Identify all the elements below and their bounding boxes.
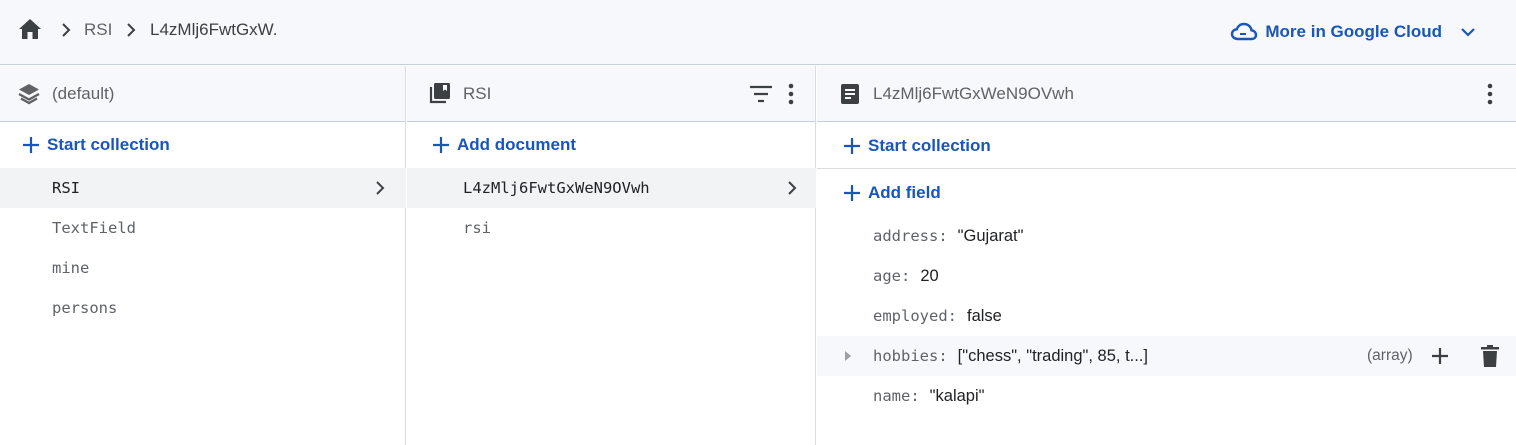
- start-collection-button[interactable]: Start collection: [22, 135, 170, 155]
- filter-icon[interactable]: [749, 85, 773, 103]
- plus-icon: [844, 138, 860, 154]
- collection-label: persons: [52, 299, 118, 317]
- field-key: hobbies:: [873, 347, 948, 365]
- field-list: address: "Gujarat" age: 20 employed: fal…: [817, 216, 1516, 416]
- document-panel-header: L4zMlj6FwtGxWeN9OVwh: [817, 66, 1516, 122]
- collection-icon: [429, 83, 450, 104]
- chevron-right-icon: [127, 23, 136, 37]
- cloud-icon: [1231, 22, 1258, 41]
- collection-panel: RSI Add document L4zMlj6FwtGxWeN9OVwh rs…: [407, 66, 816, 445]
- chevron-down-icon: [1461, 28, 1475, 37]
- field-row-hobbies[interactable]: hobbies: ["chess", "trading", 85, t...] …: [817, 336, 1516, 376]
- collection-label: TextField: [52, 219, 136, 237]
- field-key: employed:: [873, 307, 957, 325]
- collection-panel-title: RSI: [463, 84, 492, 103]
- field-value: "kalapi": [929, 386, 985, 405]
- plus-icon: [844, 185, 860, 201]
- field-value: ["chess", "trading", 85, t...]: [957, 346, 1149, 365]
- add-array-item-icon[interactable]: [1431, 347, 1449, 365]
- root-panel-header: (default): [0, 66, 405, 122]
- delete-icon[interactable]: [1481, 345, 1499, 367]
- root-panel: (default) Start collection RSI TextField…: [0, 66, 406, 445]
- document-item-selected[interactable]: L4zMlj6FwtGxWeN9OVwh: [407, 168, 816, 208]
- start-collection-row: Start collection: [817, 123, 1516, 169]
- field-row[interactable]: name: "kalapi": [817, 376, 1516, 416]
- collection-list: RSI TextField mine persons: [0, 168, 406, 328]
- chevron-right-icon: [62, 23, 71, 37]
- database-icon: [18, 84, 40, 105]
- document-item-rsi[interactable]: rsi: [407, 208, 816, 248]
- collection-item-textfield[interactable]: TextField: [0, 208, 406, 248]
- document-list: L4zMlj6FwtGxWeN9OVwh rsi: [407, 168, 816, 248]
- top-bar: RSI L4zMlj6FwtGxW. More in Google Cloud: [0, 0, 1516, 65]
- start-collection-label: Start collection: [47, 135, 170, 154]
- collection-item-persons[interactable]: persons: [0, 288, 406, 328]
- collection-item-rsi[interactable]: RSI: [0, 168, 406, 208]
- collection-label: mine: [52, 259, 90, 277]
- field-key: address:: [873, 227, 948, 245]
- breadcrumb-collection[interactable]: RSI: [84, 20, 112, 40]
- document-label: rsi: [463, 219, 491, 237]
- add-document-label: Add document: [457, 135, 576, 154]
- field-key: name:: [873, 387, 920, 405]
- collection-label: RSI: [52, 179, 80, 197]
- home-icon[interactable]: [17, 17, 43, 41]
- collection-panel-header: RSI: [407, 66, 815, 122]
- add-document-button[interactable]: Add document: [432, 135, 576, 155]
- document-panel-title: L4zMlj6FwtGxWeN9OVwh: [873, 84, 1074, 103]
- field-row[interactable]: address: "Gujarat": [817, 216, 1516, 256]
- collection-item-mine[interactable]: mine: [0, 248, 406, 288]
- field-value: "Gujarat": [957, 226, 1024, 245]
- field-value: false: [967, 306, 1002, 325]
- chevron-right-icon: [788, 181, 797, 195]
- start-subcollection-button[interactable]: Start collection: [843, 136, 991, 156]
- more-vert-icon[interactable]: [1486, 83, 1494, 105]
- document-label: L4zMlj6FwtGxWeN9OVwh: [463, 179, 650, 197]
- expand-arrow-icon[interactable]: [844, 350, 852, 362]
- field-type-badge: (array): [1367, 347, 1413, 364]
- field-value: 20: [920, 266, 939, 285]
- more-in-google-cloud-button[interactable]: More in Google Cloud: [1230, 18, 1476, 46]
- document-icon: [841, 84, 859, 104]
- breadcrumb-document: L4zMlj6FwtGxW.: [150, 20, 278, 39]
- field-row[interactable]: employed: false: [817, 296, 1516, 336]
- document-panel: L4zMlj6FwtGxWeN9OVwh Start collection Ad…: [817, 66, 1516, 445]
- start-collection-label: Start collection: [868, 136, 991, 155]
- add-field-label: Add field: [868, 183, 941, 202]
- field-key: age:: [873, 267, 911, 285]
- root-panel-title: (default): [52, 84, 115, 103]
- field-row[interactable]: age: 20: [817, 256, 1516, 296]
- more-vert-icon[interactable]: [787, 83, 795, 105]
- plus-icon: [23, 137, 39, 153]
- plus-icon: [433, 137, 449, 153]
- google-cloud-label: More in Google Cloud: [1265, 22, 1442, 41]
- chevron-right-icon: [376, 181, 385, 195]
- add-field-button[interactable]: Add field: [843, 183, 941, 203]
